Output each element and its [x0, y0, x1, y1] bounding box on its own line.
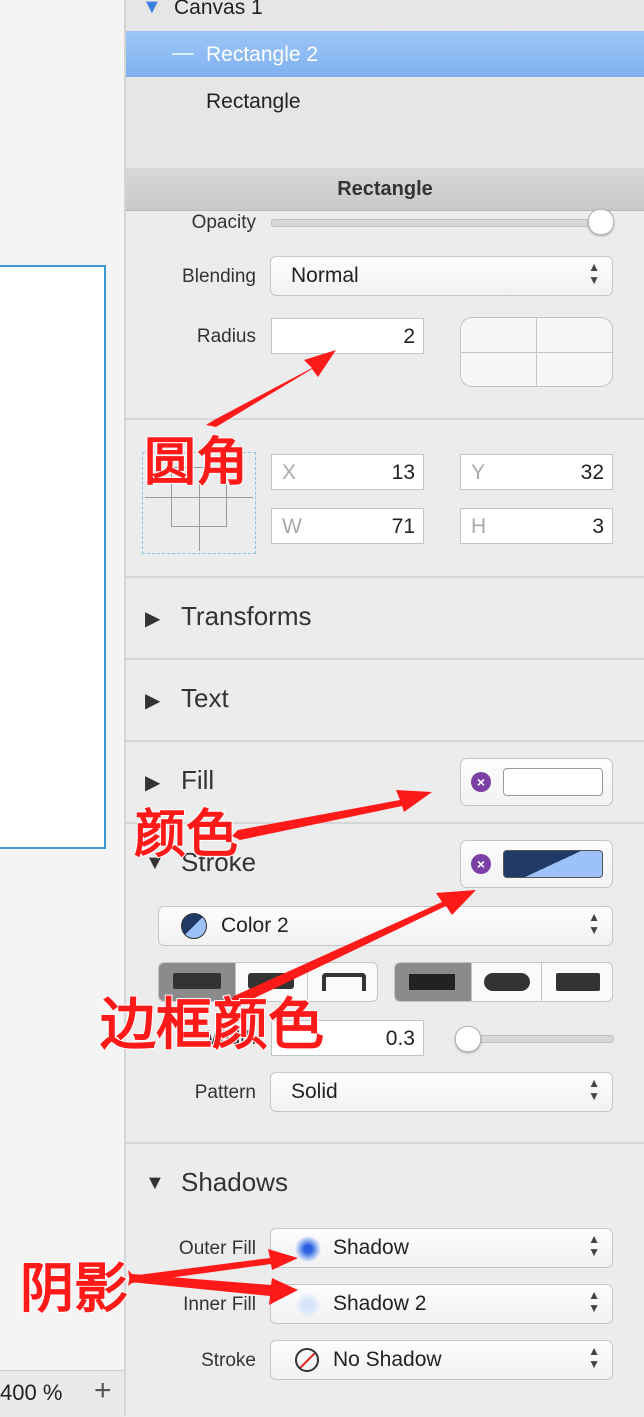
annotation-arrows	[128, 350, 476, 1305]
annotation-radius: 圆角	[143, 432, 249, 494]
annotation-arrow	[206, 350, 336, 427]
annotation-border-color: 边框颜色	[99, 992, 325, 1059]
annotation-arrow	[232, 790, 432, 840]
annotation-fill-color: 颜色	[133, 804, 239, 866]
annotation-shadow: 阴影	[19, 1256, 129, 1321]
